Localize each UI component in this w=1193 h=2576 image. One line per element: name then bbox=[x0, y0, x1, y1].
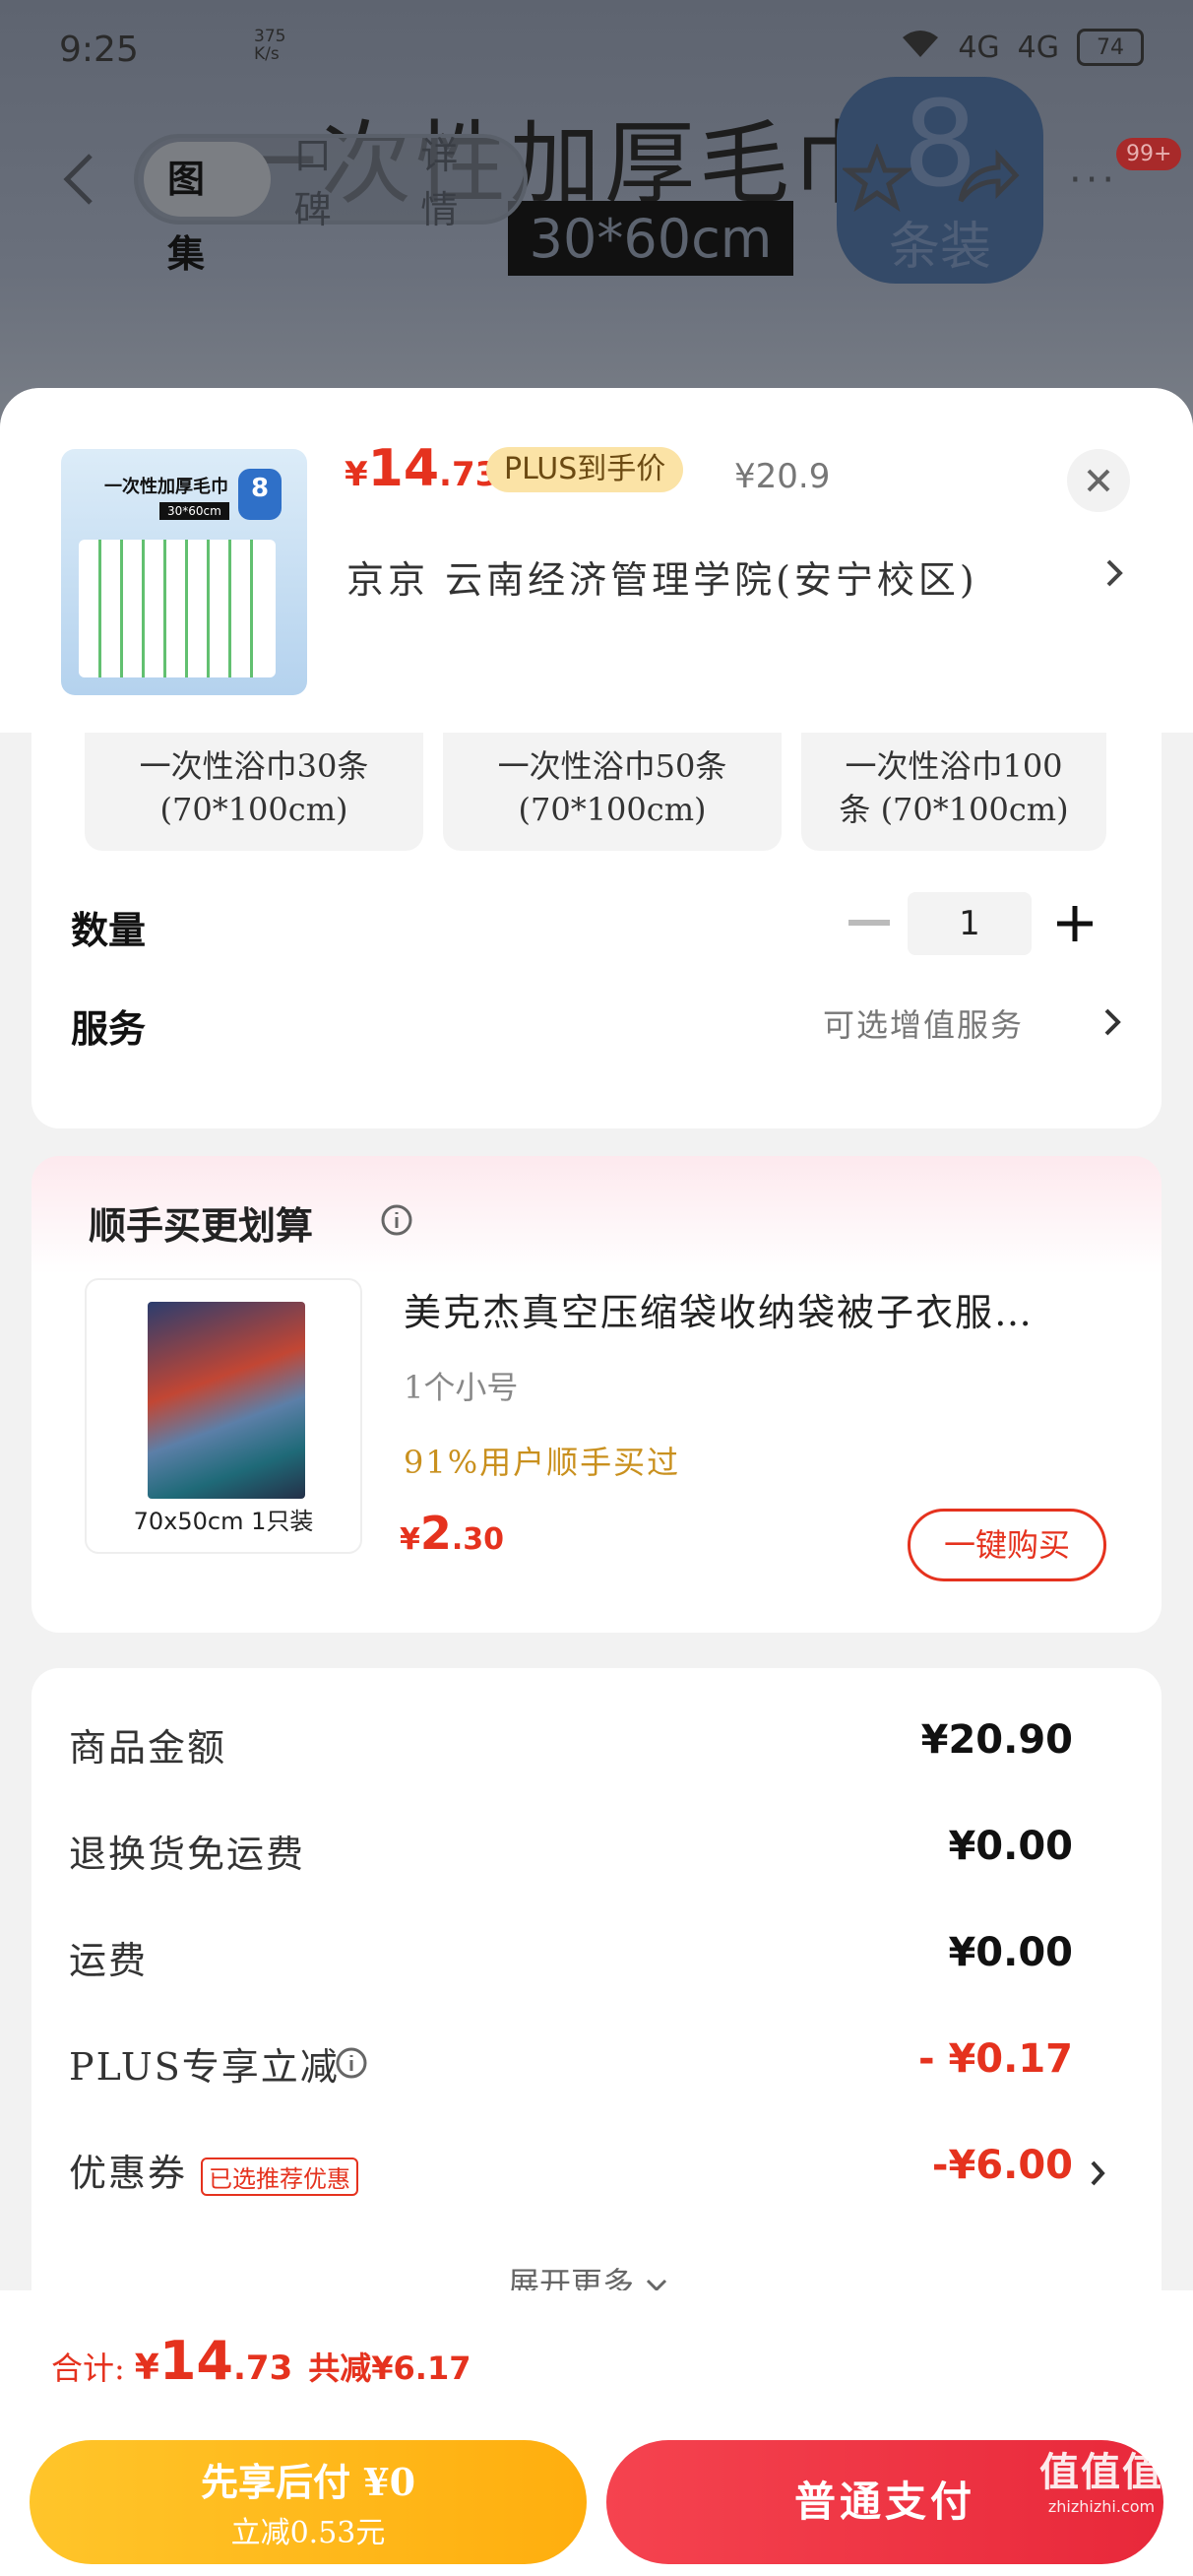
pay-later-button[interactable]: 先享后付 ¥0 立减0.53元 bbox=[30, 2440, 587, 2564]
more-icon[interactable]: ··· bbox=[1069, 158, 1118, 203]
service-value[interactable]: 可选增值服务 bbox=[823, 1000, 1024, 1046]
summary-row: 运费 ¥0.00 bbox=[69, 1930, 1073, 1982]
quantity-input[interactable]: 1 bbox=[908, 892, 1032, 955]
summary-row: PLUS专享立减 - ¥0.17 bbox=[69, 2036, 1073, 2089]
sheet-header: 一次性加厚毛巾 30*60cm 8 ¥ 14 .73 PLUS到手价 ¥20.9… bbox=[0, 388, 1193, 733]
total-price: 合计: ¥ 14 .73 共减¥6.17 bbox=[51, 2330, 471, 2392]
signal-icon: 4G bbox=[958, 30, 1000, 65]
signal-icon-2: 4G bbox=[1017, 30, 1059, 65]
delivery-address[interactable]: 京京 云南经济管理学院(安宁校区) bbox=[346, 549, 1114, 604]
tab-gallery[interactable]: 图集 bbox=[144, 142, 271, 276]
add-on-image[interactable]: 70x50cm 1只装 bbox=[85, 1278, 362, 1554]
nav-tabs: 图集 口碑 详情 bbox=[134, 134, 528, 276]
plus-icon bbox=[1057, 906, 1093, 941]
close-icon bbox=[1087, 469, 1110, 492]
towel-pack-image bbox=[79, 540, 276, 677]
vacuum-bag-image bbox=[148, 1302, 305, 1499]
net-speed: 375 K/s bbox=[254, 27, 286, 64]
battery-icon: 74 bbox=[1077, 29, 1144, 66]
close-button[interactable] bbox=[1067, 449, 1130, 512]
original-price: ¥20.9 bbox=[734, 457, 831, 496]
service-label: 服务 bbox=[71, 1007, 147, 1051]
add-on-price: ¥ 2 .30 bbox=[400, 1507, 505, 1560]
summary-row: 商品金额 ¥20.90 bbox=[69, 1717, 1073, 1770]
back-arrow-icon[interactable] bbox=[57, 150, 100, 209]
notification-badge: 99+ bbox=[1116, 138, 1182, 170]
info-icon[interactable] bbox=[380, 1203, 413, 1237]
chevron-right-icon[interactable] bbox=[1100, 553, 1128, 593]
plus-price-tag: PLUS到手价 bbox=[486, 447, 684, 492]
info-icon[interactable] bbox=[335, 2046, 368, 2080]
add-on-title: 顺手买更划算 bbox=[89, 1204, 314, 1248]
tab-reviews[interactable]: 口碑 bbox=[271, 125, 398, 233]
favorite-star-icon[interactable] bbox=[840, 142, 914, 213]
tab-details[interactable]: 详情 bbox=[397, 125, 524, 233]
summary-row: 退换货免运费 ¥0.00 bbox=[69, 1824, 1073, 1876]
banner-size: 30*60cm bbox=[508, 201, 793, 276]
add-on-buyers: 91%用户顺手买过 bbox=[404, 1444, 681, 1481]
one-click-buy-button[interactable]: 一键购买 bbox=[908, 1509, 1106, 1581]
product-price: ¥ 14 .73 bbox=[345, 439, 499, 498]
price-summary: 商品金额 ¥20.90 退换货免运费 ¥0.00 运费 ¥0.00 PLUS专享… bbox=[31, 1668, 1162, 2357]
spec-option[interactable]: 一次性浴巾50条 (70*100cm) bbox=[443, 733, 782, 851]
checkout-bar: 合计: ¥ 14 .73 共减¥6.17 先享后付 ¥0 立减0.53元 普通支… bbox=[0, 2290, 1193, 2576]
chevron-right-icon[interactable] bbox=[1100, 1004, 1124, 1040]
spec-option[interactable]: 一次性浴巾30条 (70*100cm) bbox=[85, 733, 423, 851]
total-saved: 共减¥6.17 bbox=[308, 2350, 471, 2387]
chevron-right-icon[interactable] bbox=[1087, 2157, 1108, 2190]
quantity-decrease-button[interactable] bbox=[848, 920, 890, 926]
watermark-logo: 值值值 zhizhizhi.com bbox=[1039, 2450, 1163, 2516]
status-time: 9:25 bbox=[59, 30, 139, 70]
add-on-spec: 1个小号 bbox=[404, 1369, 519, 1406]
product-thumbnail: 一次性加厚毛巾 30*60cm 8 bbox=[61, 449, 307, 695]
quantity-label: 数量 bbox=[71, 909, 147, 952]
purchase-sheet: 一次性加厚毛巾 30*60cm 8 ¥ 14 .73 PLUS到手价 ¥20.9… bbox=[0, 388, 1193, 2576]
status-bar: 9:25 375 K/s 4G 4G 74 bbox=[0, 0, 1193, 98]
status-icons: 4G 4G 74 bbox=[901, 28, 1144, 67]
add-on-name[interactable]: 美克杰真空压缩袋收纳袋被子衣服… bbox=[404, 1282, 1122, 1336]
coupon-tag: 已选推荐优惠 bbox=[201, 2157, 359, 2196]
quantity-increase-button[interactable] bbox=[1053, 902, 1097, 945]
coupon-row[interactable]: 优惠券 已选推荐优惠 -¥6.00 bbox=[31, 2143, 1162, 2202]
spec-option[interactable]: 一次性浴巾100 条 (70*100cm) bbox=[801, 733, 1106, 851]
share-icon[interactable] bbox=[953, 144, 1022, 213]
background-product-page: 9:25 375 K/s 4G 4G 74 一次性加厚毛巾 30*60cm 8 … bbox=[0, 0, 1193, 453]
add-on-section: 顺手买更划算 70x50cm 1只装 美克杰真空压缩袋收纳袋被子衣服… 1个小号… bbox=[31, 1156, 1162, 1633]
wifi-icon bbox=[901, 28, 940, 67]
